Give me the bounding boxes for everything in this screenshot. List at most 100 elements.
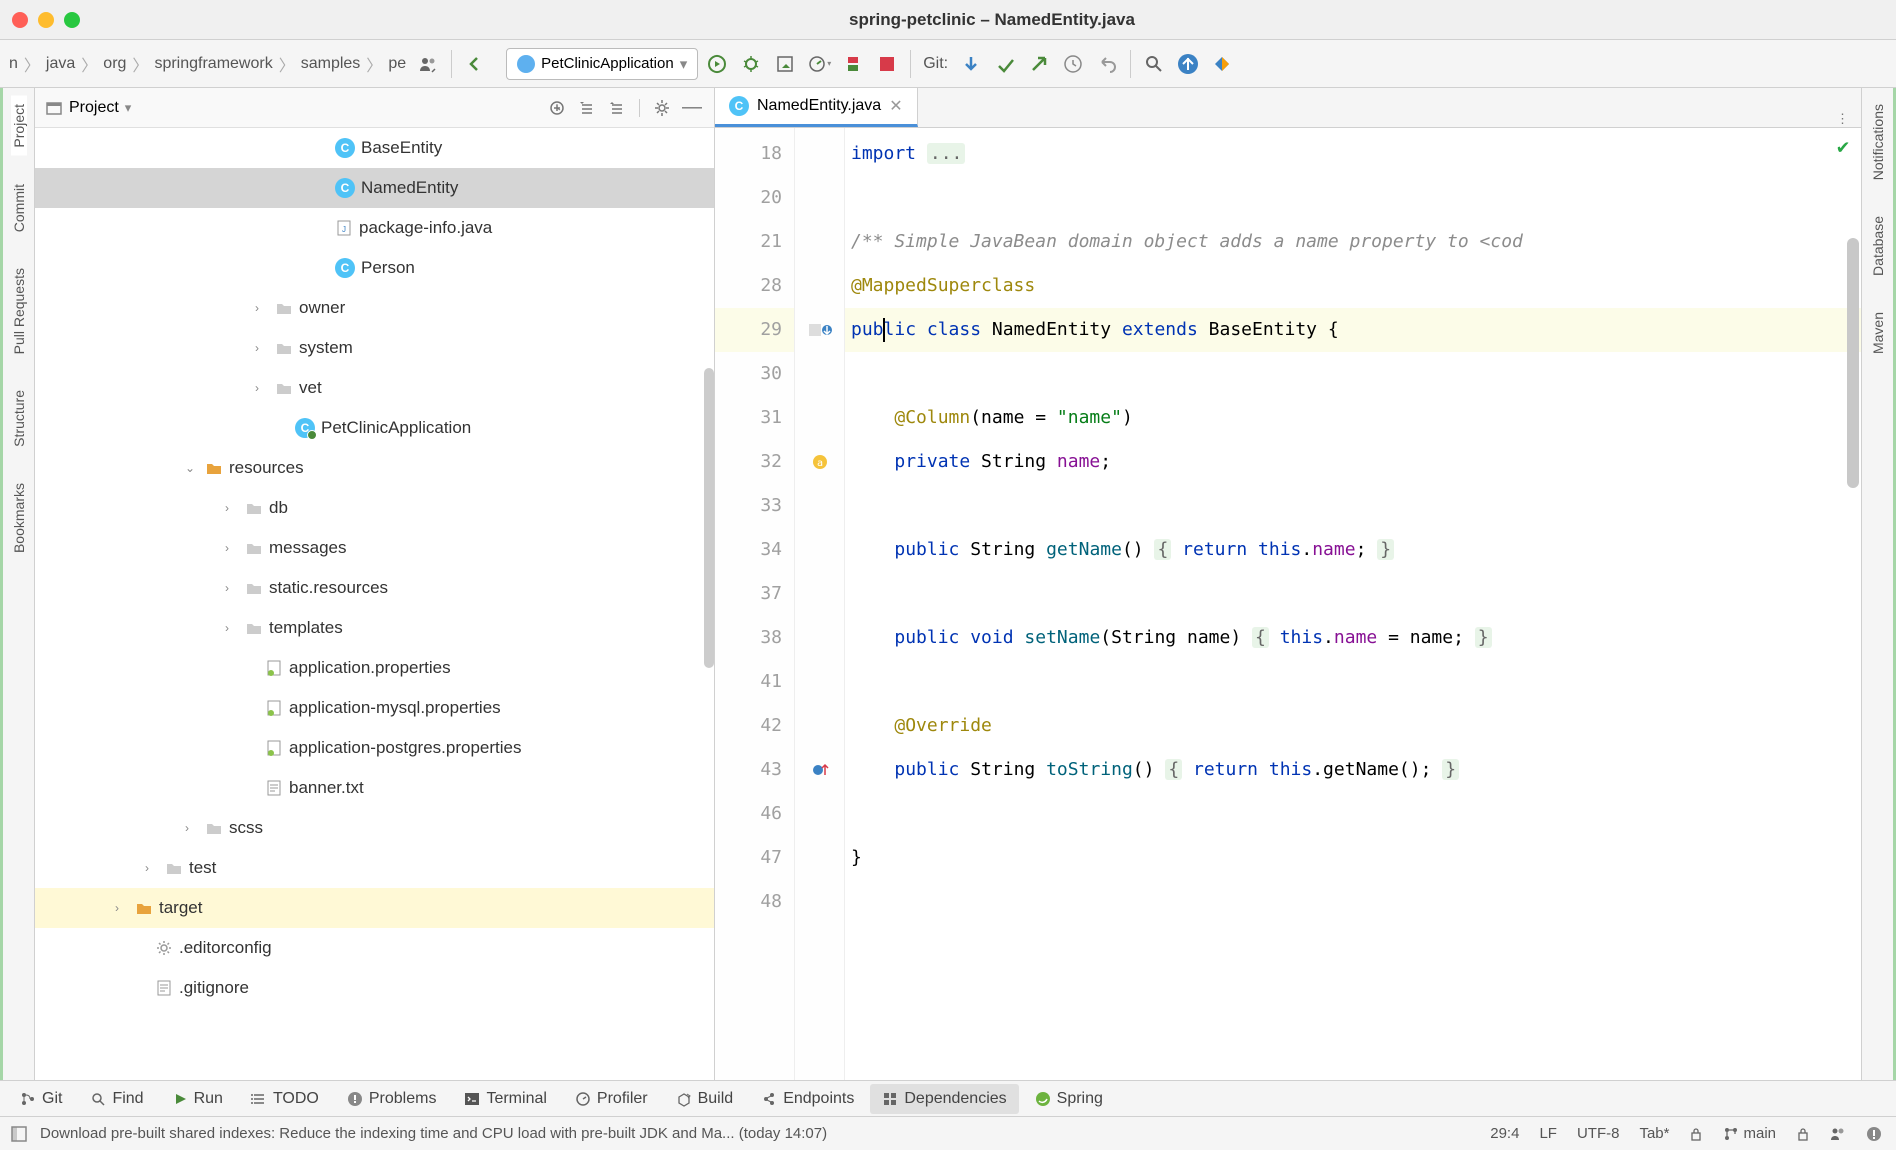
close-icon[interactable] bbox=[12, 12, 28, 28]
chevron-icon[interactable]: › bbox=[145, 861, 159, 875]
line-number[interactable]: 47 bbox=[715, 836, 794, 880]
bottom-tab-terminal[interactable]: Terminal bbox=[452, 1084, 558, 1114]
tree-item[interactable]: ›test bbox=[35, 848, 714, 888]
gutter-marker[interactable] bbox=[795, 132, 844, 176]
line-number[interactable]: 48 bbox=[715, 880, 794, 924]
chevron-icon[interactable]: › bbox=[255, 301, 269, 315]
line-number[interactable]: 20 bbox=[715, 176, 794, 220]
bottom-tab-problems[interactable]: Problems bbox=[335, 1084, 449, 1114]
line-number[interactable]: 33 bbox=[715, 484, 794, 528]
code-line[interactable]: public void setName(String name) { this.… bbox=[845, 616, 1861, 660]
chevron-icon[interactable]: › bbox=[225, 501, 239, 515]
rail-item-maven[interactable]: Maven bbox=[1870, 304, 1886, 362]
gutter-marker[interactable] bbox=[795, 616, 844, 660]
line-number[interactable]: 29 bbox=[715, 308, 794, 352]
sync-icon[interactable] bbox=[1173, 49, 1203, 79]
tree-item[interactable]: ›db bbox=[35, 488, 714, 528]
line-number[interactable]: 32 bbox=[715, 440, 794, 484]
chevron-icon[interactable]: › bbox=[255, 341, 269, 355]
tree-item[interactable]: application-mysql.properties bbox=[35, 688, 714, 728]
tree-item[interactable]: CPetClinicApplication bbox=[35, 408, 714, 448]
code-area[interactable]: ✔ import ... /** Simple JavaBean domain o… bbox=[845, 128, 1861, 1080]
gutter-marker[interactable] bbox=[795, 704, 844, 748]
breadcrumb-item[interactable]: pe bbox=[385, 55, 409, 73]
back-icon[interactable] bbox=[460, 49, 490, 79]
line-gutter[interactable]: 182021282930313233343738414243464748 bbox=[715, 128, 795, 1080]
breadcrumb-item[interactable]: samples bbox=[298, 55, 364, 73]
caret-position[interactable]: 29:4 bbox=[1486, 1125, 1523, 1142]
gutter-marker[interactable] bbox=[795, 880, 844, 924]
chevron-icon[interactable]: ⌄ bbox=[185, 461, 199, 475]
rail-item-notifications[interactable]: Notifications bbox=[1870, 96, 1886, 188]
scrollbar[interactable] bbox=[704, 368, 714, 668]
breadcrumb-item[interactable]: org bbox=[100, 55, 129, 73]
code-line[interactable] bbox=[845, 792, 1861, 836]
bottom-tab-endpoints[interactable]: Endpoints bbox=[749, 1084, 866, 1114]
code-line[interactable]: import ... bbox=[845, 132, 1861, 176]
tree-item[interactable]: ›static.resources bbox=[35, 568, 714, 608]
mem-indicator-icon[interactable] bbox=[1862, 1126, 1886, 1142]
line-number[interactable]: 42 bbox=[715, 704, 794, 748]
line-separator[interactable]: LF bbox=[1535, 1125, 1561, 1142]
tree-item[interactable]: application.properties bbox=[35, 648, 714, 688]
breadcrumb[interactable]: n〉java〉org〉springframework〉samples〉pe bbox=[6, 52, 409, 76]
gutter-marker[interactable] bbox=[795, 396, 844, 440]
select-opened-icon[interactable] bbox=[545, 96, 569, 120]
code-line[interactable]: /** Simple JavaBean domain object adds a… bbox=[845, 220, 1861, 264]
marker-gutter[interactable]: a bbox=[795, 128, 845, 1080]
tree-item[interactable]: .editorconfig bbox=[35, 928, 714, 968]
lock-icon[interactable] bbox=[1792, 1127, 1814, 1141]
gutter-marker[interactable] bbox=[795, 748, 844, 792]
code-line[interactable] bbox=[845, 880, 1861, 924]
tree-item[interactable]: application-postgres.properties bbox=[35, 728, 714, 768]
gutter-marker[interactable] bbox=[795, 572, 844, 616]
users-icon[interactable] bbox=[413, 49, 443, 79]
run-icon[interactable] bbox=[702, 49, 732, 79]
people-icon[interactable] bbox=[1826, 1126, 1850, 1142]
chevron-icon[interactable]: › bbox=[115, 901, 129, 915]
gutter-marker[interactable] bbox=[795, 836, 844, 880]
chevron-down-icon[interactable]: ▾ bbox=[125, 100, 132, 116]
chevron-icon[interactable]: › bbox=[225, 621, 239, 635]
inspection-ok-icon[interactable]: ✔ bbox=[1837, 134, 1849, 158]
debug-icon[interactable] bbox=[736, 49, 766, 79]
status-icon[interactable] bbox=[10, 1125, 28, 1143]
chevron-icon[interactable]: › bbox=[225, 581, 239, 595]
line-number[interactable]: 21 bbox=[715, 220, 794, 264]
rollback-icon[interactable] bbox=[1092, 49, 1122, 79]
bottom-tab-find[interactable]: Find bbox=[78, 1084, 155, 1114]
code-line[interactable]: @Override bbox=[845, 704, 1861, 748]
gutter-marker[interactable] bbox=[795, 660, 844, 704]
line-number[interactable]: 38 bbox=[715, 616, 794, 660]
commit-icon[interactable] bbox=[990, 49, 1020, 79]
tree-item[interactable]: ⌄resources bbox=[35, 448, 714, 488]
rail-item-commit[interactable]: Commit bbox=[11, 176, 27, 240]
gutter-marker[interactable] bbox=[795, 264, 844, 308]
editor-tab[interactable]: C NamedEntity.java ✕ bbox=[715, 88, 918, 127]
tree-item[interactable]: ›vet bbox=[35, 368, 714, 408]
git-branch[interactable]: main bbox=[1719, 1125, 1780, 1142]
push-icon[interactable] bbox=[1024, 49, 1054, 79]
tree-item[interactable]: ›owner bbox=[35, 288, 714, 328]
code-line[interactable] bbox=[845, 572, 1861, 616]
bottom-tab-profiler[interactable]: Profiler bbox=[563, 1084, 660, 1114]
settings-icon[interactable] bbox=[650, 96, 674, 120]
line-number[interactable]: 34 bbox=[715, 528, 794, 572]
rail-item-structure[interactable]: Structure bbox=[11, 382, 27, 455]
close-tab-icon[interactable]: ✕ bbox=[889, 96, 902, 116]
code-line[interactable] bbox=[845, 176, 1861, 220]
scrollbar[interactable] bbox=[1847, 238, 1859, 488]
tree-item[interactable]: Jpackage-info.java bbox=[35, 208, 714, 248]
collapse-all-icon[interactable] bbox=[605, 96, 629, 120]
rail-item-bookmarks[interactable]: Bookmarks bbox=[11, 475, 27, 561]
profile-icon[interactable]: ▾ bbox=[804, 49, 834, 79]
tree-item[interactable]: ›system bbox=[35, 328, 714, 368]
gutter-marker[interactable] bbox=[795, 220, 844, 264]
gutter-marker[interactable] bbox=[795, 176, 844, 220]
expand-all-icon[interactable] bbox=[575, 96, 599, 120]
code-line[interactable]: public String getName() { return this.na… bbox=[845, 528, 1861, 572]
line-number[interactable]: 37 bbox=[715, 572, 794, 616]
tree-item[interactable]: ›messages bbox=[35, 528, 714, 568]
line-number[interactable]: 41 bbox=[715, 660, 794, 704]
gutter-marker[interactable] bbox=[795, 484, 844, 528]
